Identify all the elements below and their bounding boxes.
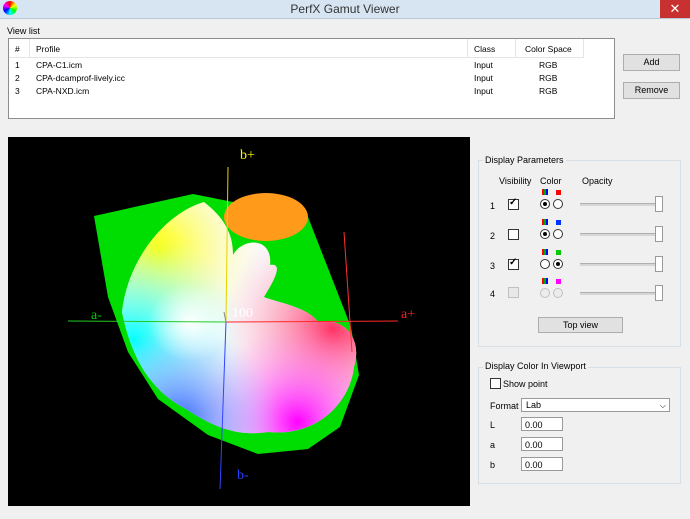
- column-header-color-space[interactable]: Color Space: [525, 44, 572, 54]
- visibility-header: Visibility: [499, 176, 532, 186]
- column-header-class[interactable]: Class: [474, 44, 495, 54]
- row-profile: CPA-C1.icm: [36, 60, 83, 70]
- opacity-slider-track-4: [580, 292, 663, 295]
- row-profile: CPA-dcamprof-lively.icc: [36, 73, 125, 83]
- lightness-100-label: 100: [232, 306, 253, 321]
- color-swatch-2: [556, 220, 561, 225]
- a-minus-label: a-: [91, 308, 102, 323]
- opacity-slider-thumb-4[interactable]: [655, 285, 663, 301]
- b-field-label: b: [490, 460, 496, 470]
- color-swatch-4: [556, 279, 561, 284]
- table-row[interactable]: 1 CPA-C1.icm Input RGB: [9, 59, 609, 72]
- table-row[interactable]: 3 CPA-NXD.icm Input RGB: [9, 85, 609, 98]
- row-number: 3: [15, 86, 20, 96]
- multicolor-swatch-icon: [542, 249, 548, 255]
- color-single-radio-4[interactable]: [553, 288, 563, 298]
- color-swatch-1: [556, 190, 561, 195]
- row-class: Input: [474, 60, 493, 70]
- row-class: Input: [474, 73, 493, 83]
- row-number: 2: [15, 73, 20, 83]
- color-single-radio-2[interactable]: [553, 229, 563, 239]
- b-plus-label: b+: [240, 148, 255, 163]
- row-class: Input: [474, 86, 493, 96]
- color-single-radio-3[interactable]: [553, 259, 563, 269]
- l-field-label: L: [490, 420, 496, 430]
- profile-list[interactable]: # Profile Class Color Space 1 CPA-C1.icm…: [8, 38, 615, 119]
- list-header: # Profile Class Color Space: [9, 39, 584, 58]
- l-value-input[interactable]: 0.00: [521, 417, 563, 431]
- chevron-down-icon: ⌵: [659, 401, 666, 410]
- b-value-input[interactable]: 0.00: [521, 457, 563, 471]
- show-point-checkbox[interactable]: [490, 378, 501, 389]
- visibility-checkbox-3[interactable]: [508, 257, 519, 270]
- opacity-slider-track-1: [580, 203, 663, 206]
- param-row-number: 4: [490, 289, 496, 299]
- multicolor-swatch-icon: [542, 219, 548, 225]
- a-value-input[interactable]: 0.00: [521, 437, 563, 451]
- top-view-button[interactable]: Top view: [538, 317, 623, 333]
- gamut-viewport[interactable]: b+ b- a+ a- 100: [8, 137, 470, 506]
- opacity-slider-track-2: [580, 233, 663, 236]
- format-label: Format: [490, 401, 519, 411]
- param-row-number: 1: [490, 201, 496, 211]
- row-number: 1: [15, 60, 20, 70]
- display-parameters-title: Display Parameters: [483, 155, 566, 165]
- add-button[interactable]: Add: [623, 54, 680, 71]
- row-color-space: RGB: [539, 60, 558, 70]
- visibility-checkbox-2[interactable]: [508, 229, 519, 240]
- view-list-label: View list: [7, 26, 40, 36]
- remove-button[interactable]: Remove: [623, 82, 680, 99]
- b-minus-label: b-: [237, 468, 249, 483]
- column-header-profile[interactable]: Profile: [36, 44, 60, 54]
- close-icon: ✕: [669, 1, 681, 16]
- color-header: Color: [540, 176, 562, 186]
- param-row-number: 3: [490, 261, 496, 271]
- display-color-title: Display Color In Viewport: [483, 361, 588, 371]
- opacity-slider-track-3: [580, 263, 663, 266]
- close-button[interactable]: ✕: [660, 0, 690, 18]
- format-select[interactable]: Lab ⌵: [521, 398, 670, 412]
- column-header-number[interactable]: #: [15, 44, 20, 54]
- window-title: PerfX Gamut Viewer: [290, 2, 400, 16]
- param-row-number: 2: [490, 231, 496, 241]
- row-profile: CPA-NXD.icm: [36, 86, 90, 96]
- title-bar: PerfX Gamut Viewer ✕: [0, 0, 690, 19]
- color-multi-radio-2[interactable]: [540, 229, 550, 239]
- color-multi-radio-3[interactable]: [540, 259, 550, 269]
- color-swatch-3: [556, 250, 561, 255]
- a-field-label: a: [490, 440, 496, 450]
- opacity-slider-thumb-2[interactable]: [655, 226, 663, 242]
- gamut-orange-lobe: [224, 193, 308, 241]
- opacity-header: Opacity: [582, 176, 613, 186]
- show-point-label: Show point: [503, 379, 548, 389]
- visibility-checkbox-1[interactable]: [508, 197, 519, 210]
- a-plus-label: a+: [401, 307, 416, 322]
- color-multi-radio-4[interactable]: [540, 288, 550, 298]
- table-row[interactable]: 2 CPA-dcamprof-lively.icc Input RGB: [9, 72, 609, 85]
- opacity-slider-thumb-1[interactable]: [655, 196, 663, 212]
- visibility-checkbox-4[interactable]: [508, 287, 519, 298]
- multicolor-swatch-icon: [542, 189, 548, 195]
- color-multi-radio-1[interactable]: [540, 199, 550, 209]
- multicolor-swatch-icon: [542, 278, 548, 284]
- row-color-space: RGB: [539, 86, 558, 96]
- opacity-slider-thumb-3[interactable]: [655, 256, 663, 272]
- row-color-space: RGB: [539, 73, 558, 83]
- color-single-radio-1[interactable]: [553, 199, 563, 209]
- format-select-value: Lab: [526, 400, 542, 410]
